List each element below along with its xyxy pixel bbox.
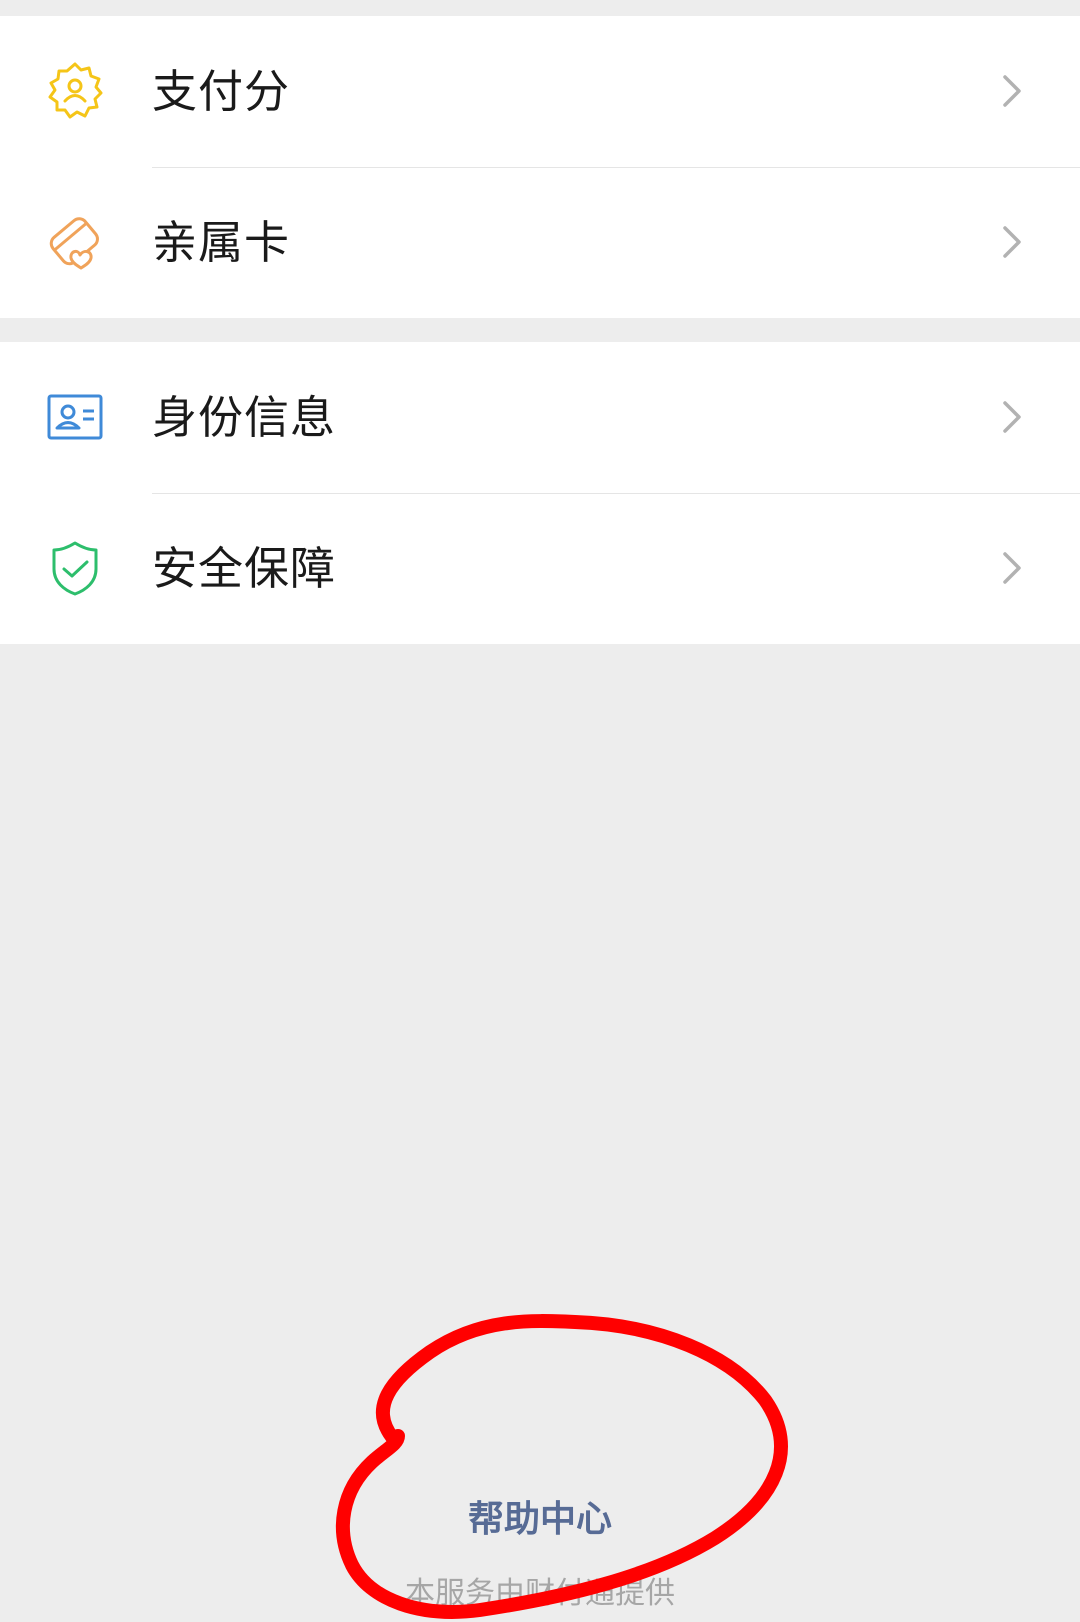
chevron-right-icon (992, 71, 1032, 111)
menu-group-payments: 支付分 亲属卡 (0, 16, 1080, 318)
menu-item-label: 支付分 (152, 65, 291, 118)
chevron-right-icon (992, 397, 1032, 437)
menu-group-account: 身份信息 安全保障 (0, 342, 1080, 644)
chevron-right-icon (992, 222, 1032, 262)
menu-item-family-card[interactable]: 亲属卡 (0, 167, 1080, 318)
menu-item-label: 亲属卡 (152, 216, 291, 269)
provider-note: 本服务由财付通提供 (405, 1576, 675, 1611)
menu-item-identity-info[interactable]: 身份信息 (0, 342, 1080, 494)
family-card-icon (44, 211, 106, 273)
shield-check-icon (44, 537, 106, 599)
menu-item-label: 安全保障 (152, 542, 337, 595)
chevron-right-icon (992, 548, 1032, 588)
menu-item-security[interactable]: 安全保障 (0, 493, 1080, 644)
payscore-badge-icon (44, 60, 106, 122)
menu-item-payscore[interactable]: 支付分 (0, 16, 1080, 168)
help-center-link[interactable]: 帮助中心 (0, 1490, 1080, 1542)
menu-item-label: 身份信息 (152, 391, 337, 444)
id-card-icon (44, 386, 106, 448)
